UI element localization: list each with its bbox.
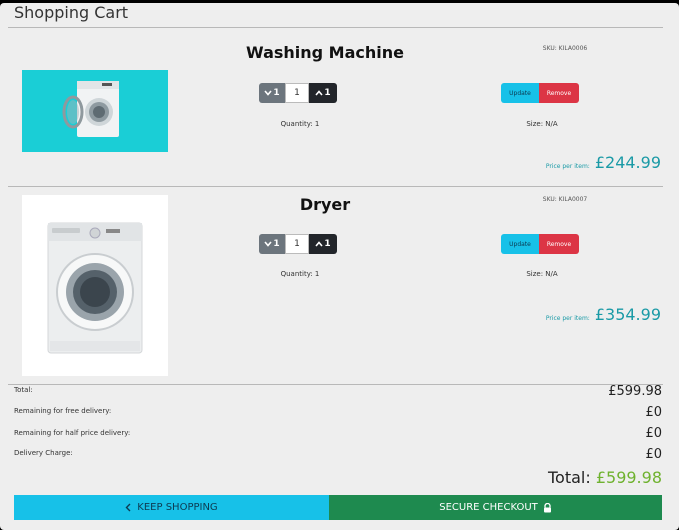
remove-button[interactable]: Remove: [539, 234, 579, 254]
update-button[interactable]: Update: [501, 83, 539, 103]
price-row: Price per item: £354.99: [546, 305, 661, 324]
grand-total-label: Total:: [547, 468, 591, 487]
increment-label: 1: [324, 88, 331, 98]
item-name: Dryer: [299, 195, 351, 214]
washing-machine-image: [22, 70, 168, 152]
page-title: Shopping Cart: [14, 3, 129, 22]
half-price-delivery-value: £0: [645, 426, 662, 441]
grand-total-value: £599.98: [595, 468, 662, 487]
dryer-image: [22, 195, 168, 376]
decrement-label: 1: [273, 88, 280, 98]
chevron-up-icon: [315, 241, 323, 247]
quantity-stepper: 1 1 1: [259, 234, 337, 254]
grand-total: Total: £599.98: [548, 468, 662, 487]
item-sku: SKU: KILA0006: [542, 45, 588, 52]
increment-button[interactable]: 1: [309, 83, 337, 103]
keep-shopping-button[interactable]: KEEP SHOPPING: [14, 495, 329, 520]
quantity-text: Quantity: 1: [280, 270, 320, 278]
free-delivery-value: £0: [645, 405, 662, 420]
quantity-input[interactable]: 1: [285, 83, 309, 103]
increment-button[interactable]: 1: [309, 234, 337, 254]
size-text: Size: N/A: [526, 270, 558, 278]
secure-checkout-button[interactable]: SECURE CHECKOUT: [329, 495, 662, 520]
chevron-up-icon: [315, 90, 323, 96]
item-actions: Update Remove: [501, 83, 579, 103]
lock-icon: [543, 502, 551, 512]
decrement-label: 1: [273, 239, 280, 249]
price-label: Price per item:: [545, 163, 590, 170]
divider: [8, 186, 663, 187]
subtotal-label: Total:: [14, 386, 33, 394]
quantity-text: Quantity: 1: [280, 120, 320, 128]
decrement-button[interactable]: 1: [259, 234, 285, 254]
increment-label: 1: [324, 239, 331, 249]
item-price: £354.99: [594, 305, 661, 324]
half-price-delivery-label: Remaining for half price delivery:: [14, 429, 131, 437]
remove-button[interactable]: Remove: [539, 83, 579, 103]
chevron-down-icon: [264, 241, 272, 247]
price-row: Price per item: £244.99: [546, 153, 661, 172]
chevron-down-icon: [264, 90, 272, 96]
delivery-charge-value: £0: [645, 447, 662, 462]
quantity-stepper: 1 1 1: [259, 83, 337, 103]
item-price: £244.99: [594, 153, 661, 172]
item-name: Washing Machine: [245, 43, 404, 62]
item-actions: Update Remove: [501, 234, 579, 254]
keep-shopping-label: KEEP SHOPPING: [137, 502, 218, 513]
secure-checkout-label: SECURE CHECKOUT: [439, 502, 538, 513]
delivery-charge-label: Delivery Charge:: [14, 449, 73, 457]
divider: [8, 384, 663, 385]
quantity-input[interactable]: 1: [285, 234, 309, 254]
subtotal-value: £599.98: [608, 384, 662, 399]
free-delivery-label: Remaining for free delivery:: [14, 407, 112, 415]
update-button[interactable]: Update: [501, 234, 539, 254]
size-text: Size: N/A: [526, 120, 558, 128]
item-sku: SKU: KILA0007: [542, 196, 588, 203]
price-label: Price per item:: [545, 315, 590, 322]
cart-panel: Shopping Cart Washing Machine SKU: KILA0…: [0, 3, 679, 530]
decrement-button[interactable]: 1: [259, 83, 285, 103]
chevron-left-icon: [125, 503, 131, 512]
divider: [8, 27, 663, 28]
